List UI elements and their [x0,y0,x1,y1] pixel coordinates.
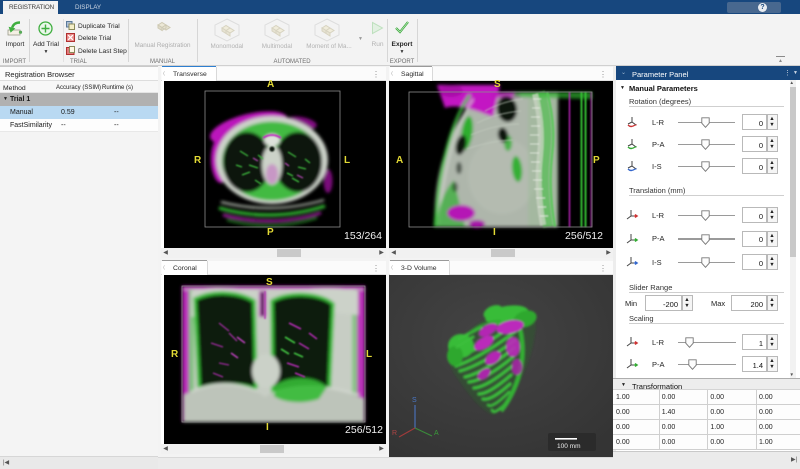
svg-text:S: S [412,397,417,404]
svg-text:100 mm: 100 mm [557,443,580,450]
svg-text:A: A [434,430,439,437]
svg-text:R: R [392,430,397,437]
